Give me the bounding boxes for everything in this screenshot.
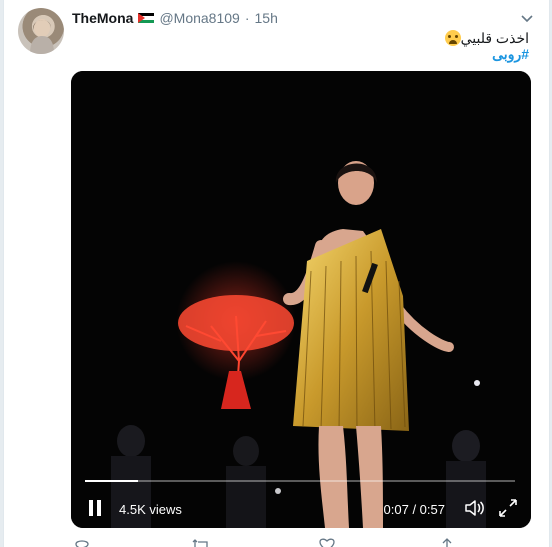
tweet-actions: [74, 538, 474, 547]
user-handle[interactable]: @Mona8109: [159, 10, 239, 26]
fullscreen-icon[interactable]: [497, 497, 519, 519]
tweet-timestamp[interactable]: 15h: [255, 10, 278, 26]
tweet-card[interactable]: TheMona @Mona8109 · 15h اخذت قلبيي #روبى: [3, 0, 550, 547]
heart-icon[interactable]: [319, 538, 335, 547]
tweet-header: TheMona @Mona8109 · 15h: [72, 10, 278, 26]
tweet-text: اخذت قلبيي: [442, 30, 529, 47]
hashtag-link[interactable]: #روبى: [492, 46, 529, 63]
palestine-flag-icon: [138, 13, 155, 23]
chevron-down-icon[interactable]: [519, 10, 535, 26]
avatar[interactable]: [18, 8, 64, 54]
display-name[interactable]: TheMona: [72, 10, 133, 26]
progress-bar[interactable]: [85, 480, 515, 482]
tweet-text-content: اخذت قلبيي: [460, 30, 529, 46]
video-player[interactable]: 4.5K views 0:07 / 0:57: [71, 71, 531, 528]
crying-face-emoji-icon: [444, 30, 461, 46]
view-count: 4.5K views: [119, 502, 182, 517]
volume-icon[interactable]: [463, 497, 485, 519]
progress-fill: [85, 480, 138, 482]
video-timecode: 0:07 / 0:57: [383, 502, 445, 517]
share-icon[interactable]: [439, 538, 455, 547]
separator-dot: ·: [244, 10, 250, 26]
video-frame: [71, 71, 531, 528]
avatar-photo: [30, 19, 54, 54]
reply-icon[interactable]: [74, 538, 90, 547]
pause-icon[interactable]: [85, 498, 105, 518]
retweet-icon[interactable]: [192, 538, 210, 547]
